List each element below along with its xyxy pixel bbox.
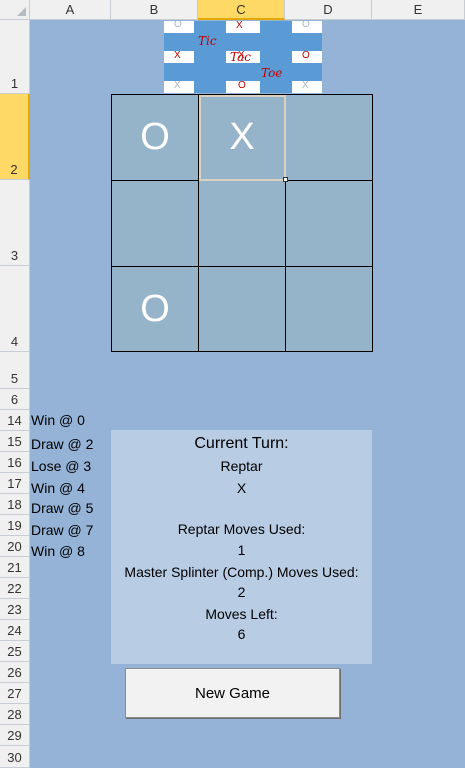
logo-word-tac: Tac [230,50,251,64]
computer-moves-value: 2 [237,584,246,600]
select-all-corner[interactable] [0,0,30,20]
column-header-b[interactable]: B [111,0,198,20]
fill-handle[interactable] [283,177,288,182]
row-header-29[interactable]: 29 [0,725,30,746]
row-header-18[interactable]: 18 [0,494,30,515]
row-header-20[interactable]: 20 [0,536,30,557]
row-header-16[interactable]: 16 [0,452,30,473]
status-panel: Current Turn: Reptar X Reptar Moves Used… [111,430,372,664]
row-header-19[interactable]: 19 [0,515,30,536]
logo-tile: O [302,50,310,61]
board-cell-d3[interactable] [286,181,372,267]
board-cell-b3[interactable] [112,181,199,267]
logo-tile: O [238,80,246,91]
current-player-symbol: X [236,480,247,496]
row-header-1[interactable]: 1 [0,20,30,94]
row-header-24[interactable]: 24 [0,620,30,641]
moves-left-value: 6 [237,626,246,642]
row-header-27[interactable]: 27 [0,683,30,704]
current-player-name: Reptar [220,458,263,474]
new-game-button[interactable]: New Game [125,668,340,718]
board-cell-b4[interactable]: O [112,267,199,351]
history-item: Win @ 0 [31,412,85,428]
history-item: Draw @ 2 [31,436,94,452]
logo-word-tic: Tic [198,34,217,48]
player-moves-label: Reptar Moves Used: [177,521,306,537]
logo-word-toe: Toe [261,66,283,80]
row-header-22[interactable]: 22 [0,578,30,599]
column-header-a[interactable]: A [30,0,111,20]
logo-tile: X [174,80,181,91]
logo-tile: O [174,21,182,30]
row-header-6[interactable]: 6 [0,389,30,410]
row-header-15[interactable]: 15 [0,431,30,452]
row-header-5[interactable]: 5 [0,352,30,389]
row-header-30[interactable]: 30 [0,746,30,768]
row-header-2[interactable]: 2 [0,94,30,180]
column-header-e[interactable]: E [372,0,465,20]
logo-tile: X [236,21,243,31]
row-header-17[interactable]: 17 [0,473,30,494]
history-item: Draw @ 7 [31,522,94,538]
column-header-d[interactable]: D [285,0,372,20]
row-header-26[interactable]: 26 [0,662,30,683]
row-header-14[interactable]: 14 [0,410,30,431]
board-cell-d2[interactable] [286,95,372,181]
row-header-25[interactable]: 25 [0,641,30,662]
tic-tac-toe-logo: O X O X X O X O X Tic Tac Toe [164,21,322,93]
logo-tile: X [302,80,309,91]
row-header-28[interactable]: 28 [0,704,30,725]
board-cell-c3[interactable] [199,181,286,267]
history-item: Draw @ 5 [31,500,94,516]
board-cell-d4[interactable] [286,267,372,351]
player-moves-value: 1 [237,542,246,558]
game-board: O X O [111,94,373,352]
history-item: Win @ 4 [31,480,85,496]
board-cell-c4[interactable] [199,267,286,351]
column-header-c[interactable]: C [198,0,285,20]
board-cell-c2[interactable]: X [199,95,286,181]
logo-tile: X [174,50,181,61]
current-turn-label: Current Turn: [194,435,289,452]
moves-left-label: Moves Left: [205,606,278,622]
history-item: Lose @ 3 [31,458,92,474]
board-cell-b2[interactable]: O [112,95,199,181]
computer-moves-label: Master Splinter (Comp.) Moves Used: [124,564,359,580]
logo-tile: O [302,21,310,30]
row-header-4[interactable]: 4 [0,266,30,352]
row-header-23[interactable]: 23 [0,599,30,620]
row-header-21[interactable]: 21 [0,557,30,578]
history-item: Win @ 8 [31,543,85,559]
row-header-3[interactable]: 3 [0,180,30,266]
